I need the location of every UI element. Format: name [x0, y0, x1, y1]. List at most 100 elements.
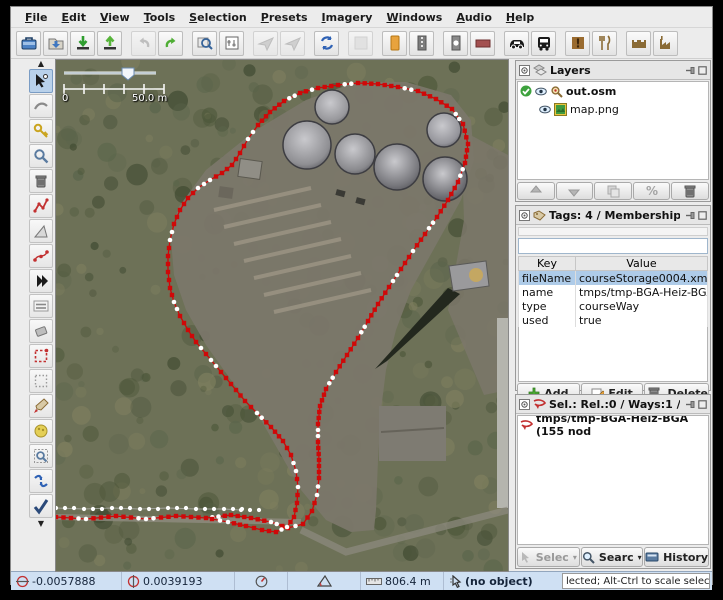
- zoom-selection-button[interactable]: [192, 31, 217, 56]
- upload-data-button[interactable]: [97, 31, 122, 56]
- layer-up-button[interactable]: [517, 182, 555, 200]
- select-tool[interactable]: [29, 69, 53, 93]
- popout-icon[interactable]: [698, 66, 707, 75]
- popout-icon[interactable]: [698, 400, 707, 409]
- preset-tourism-button[interactable]: !: [565, 31, 590, 56]
- osm-layer-icon: [550, 85, 563, 98]
- aerial-imagery: [56, 60, 508, 571]
- selection-title: Sel.: Rel.:0 / Ways:1 / Nod: [549, 398, 680, 411]
- layer-down-button[interactable]: [556, 182, 594, 200]
- key-column-header[interactable]: Key: [519, 257, 576, 271]
- map-canvas[interactable]: 0 50.0 m: [55, 59, 509, 572]
- menu-selection[interactable]: Selection: [183, 9, 255, 26]
- blank-button[interactable]: [348, 31, 373, 56]
- zoom-tool[interactable]: [29, 144, 53, 168]
- preset-motorway-button[interactable]: [382, 31, 407, 56]
- menu-audio[interactable]: Audio: [450, 9, 500, 26]
- menubar: FileEditViewToolsSelectionPresetsImagery…: [11, 7, 712, 28]
- tags-table: Key Value fileNamecourseStorage0004.xml …: [518, 256, 708, 327]
- object-readout: (no object): [444, 572, 560, 590]
- svg-text:%: %: [646, 184, 658, 198]
- tools-scroll-down-icon[interactable]: ▼: [38, 519, 44, 528]
- eye-icon[interactable]: [535, 87, 547, 96]
- tools-scroll-up-icon[interactable]: ▲: [38, 59, 44, 68]
- wms-layer-button[interactable]: [280, 31, 305, 56]
- label-tool[interactable]: [29, 319, 53, 343]
- angle-tool[interactable]: [29, 219, 53, 243]
- tags-panel: Tags: 4 / Memberships: 0 Key Value fileN…: [515, 205, 711, 391]
- layer-label: out.osm: [566, 85, 616, 98]
- preset-road-button[interactable]: [443, 31, 468, 56]
- collapse-icon[interactable]: [519, 65, 530, 76]
- ruler-icon: [366, 577, 382, 586]
- download-data-button[interactable]: [70, 31, 95, 56]
- menu-imagery[interactable]: Imagery: [316, 9, 381, 26]
- wms-button[interactable]: [253, 31, 278, 56]
- preset-trunk-button[interactable]: [409, 31, 434, 56]
- tag-row[interactable]: nametmps/tmp-BGA-Heiz-BGA: [519, 285, 708, 299]
- preset-restaurant-button[interactable]: [592, 31, 617, 56]
- menu-view[interactable]: View: [94, 9, 138, 26]
- search-icon: [582, 551, 595, 564]
- collapse-icon[interactable]: [519, 399, 530, 410]
- search-button[interactable]: Searc▾: [581, 547, 644, 567]
- selection-item[interactable]: tmps/tmp-BGA-Heiz-BGA (155 nod: [518, 416, 708, 434]
- pin-icon[interactable]: [686, 66, 695, 75]
- toggle-dialogs-button[interactable]: [219, 31, 244, 56]
- save-button[interactable]: [43, 31, 68, 56]
- app-screenshot: FileEditViewToolsSelectionPresetsImagery…: [0, 0, 723, 600]
- heading-readout: [235, 572, 288, 590]
- preset-works-button[interactable]: [653, 31, 678, 56]
- lasso-tool[interactable]: [29, 369, 53, 393]
- selection-panel: Sel.: Rel.:0 / Ways:1 / Nod tmps/tmp-BGA…: [515, 394, 711, 569]
- selection-mode-button[interactable]: Selec▾: [517, 547, 580, 567]
- tag-row[interactable]: fileNamecourseStorage0004.xml: [519, 271, 708, 286]
- collapse-icon[interactable]: [519, 210, 530, 221]
- preset-bus-button[interactable]: [531, 31, 556, 56]
- popout-icon[interactable]: [698, 211, 707, 220]
- tags-title: Tags: 4 / Memberships: 0: [549, 209, 680, 222]
- open-file-button[interactable]: [16, 31, 41, 56]
- key-tool[interactable]: [29, 119, 53, 143]
- paint-tool[interactable]: [29, 394, 53, 418]
- layer-row-out-osm[interactable]: out.osm: [518, 82, 708, 100]
- parallel-tool[interactable]: [29, 294, 53, 318]
- layer-delete-button[interactable]: [671, 182, 709, 200]
- menu-windows[interactable]: Windows: [380, 9, 450, 26]
- improve-way-tool[interactable]: [29, 194, 53, 218]
- history-button[interactable]: History: [644, 547, 709, 567]
- zoom-box-tool[interactable]: [29, 444, 53, 468]
- draw-way-tool[interactable]: [29, 94, 53, 118]
- palette-tool[interactable]: [29, 419, 53, 443]
- layer-duplicate-button[interactable]: [594, 182, 632, 200]
- value-column-header[interactable]: Value: [576, 257, 708, 271]
- preset-car-button[interactable]: [504, 31, 529, 56]
- angle-icon: [317, 575, 332, 587]
- apply-tool[interactable]: [29, 494, 53, 518]
- undo-button[interactable]: [131, 31, 156, 56]
- node-path-tool[interactable]: [29, 244, 53, 268]
- more-tools[interactable]: [29, 269, 53, 293]
- redo-button[interactable]: [158, 31, 183, 56]
- active-layer-check-icon[interactable]: [520, 85, 532, 97]
- menu-help[interactable]: Help: [500, 9, 542, 26]
- layer-row-map-png[interactable]: map.png: [518, 100, 708, 118]
- menu-edit[interactable]: Edit: [56, 9, 94, 26]
- tag-filter-input[interactable]: [518, 238, 708, 254]
- merge-tool[interactable]: [29, 469, 53, 493]
- eye-icon[interactable]: [539, 105, 551, 114]
- image-layer-icon: [554, 103, 567, 116]
- delete-tool[interactable]: [29, 169, 53, 193]
- pin-icon[interactable]: [686, 400, 695, 409]
- extrude-tool[interactable]: [29, 344, 53, 368]
- tag-row[interactable]: typecourseWay: [519, 299, 708, 313]
- preset-building-button[interactable]: [470, 31, 495, 56]
- layer-opacity-button[interactable]: %: [633, 182, 671, 200]
- tag-row[interactable]: usedtrue: [519, 313, 708, 327]
- menu-file[interactable]: File: [19, 9, 56, 26]
- pin-icon[interactable]: [686, 211, 695, 220]
- menu-tools[interactable]: Tools: [138, 9, 183, 26]
- preset-castle-button[interactable]: [626, 31, 651, 56]
- menu-presets[interactable]: Presets: [255, 9, 316, 26]
- refresh-button[interactable]: [314, 31, 339, 56]
